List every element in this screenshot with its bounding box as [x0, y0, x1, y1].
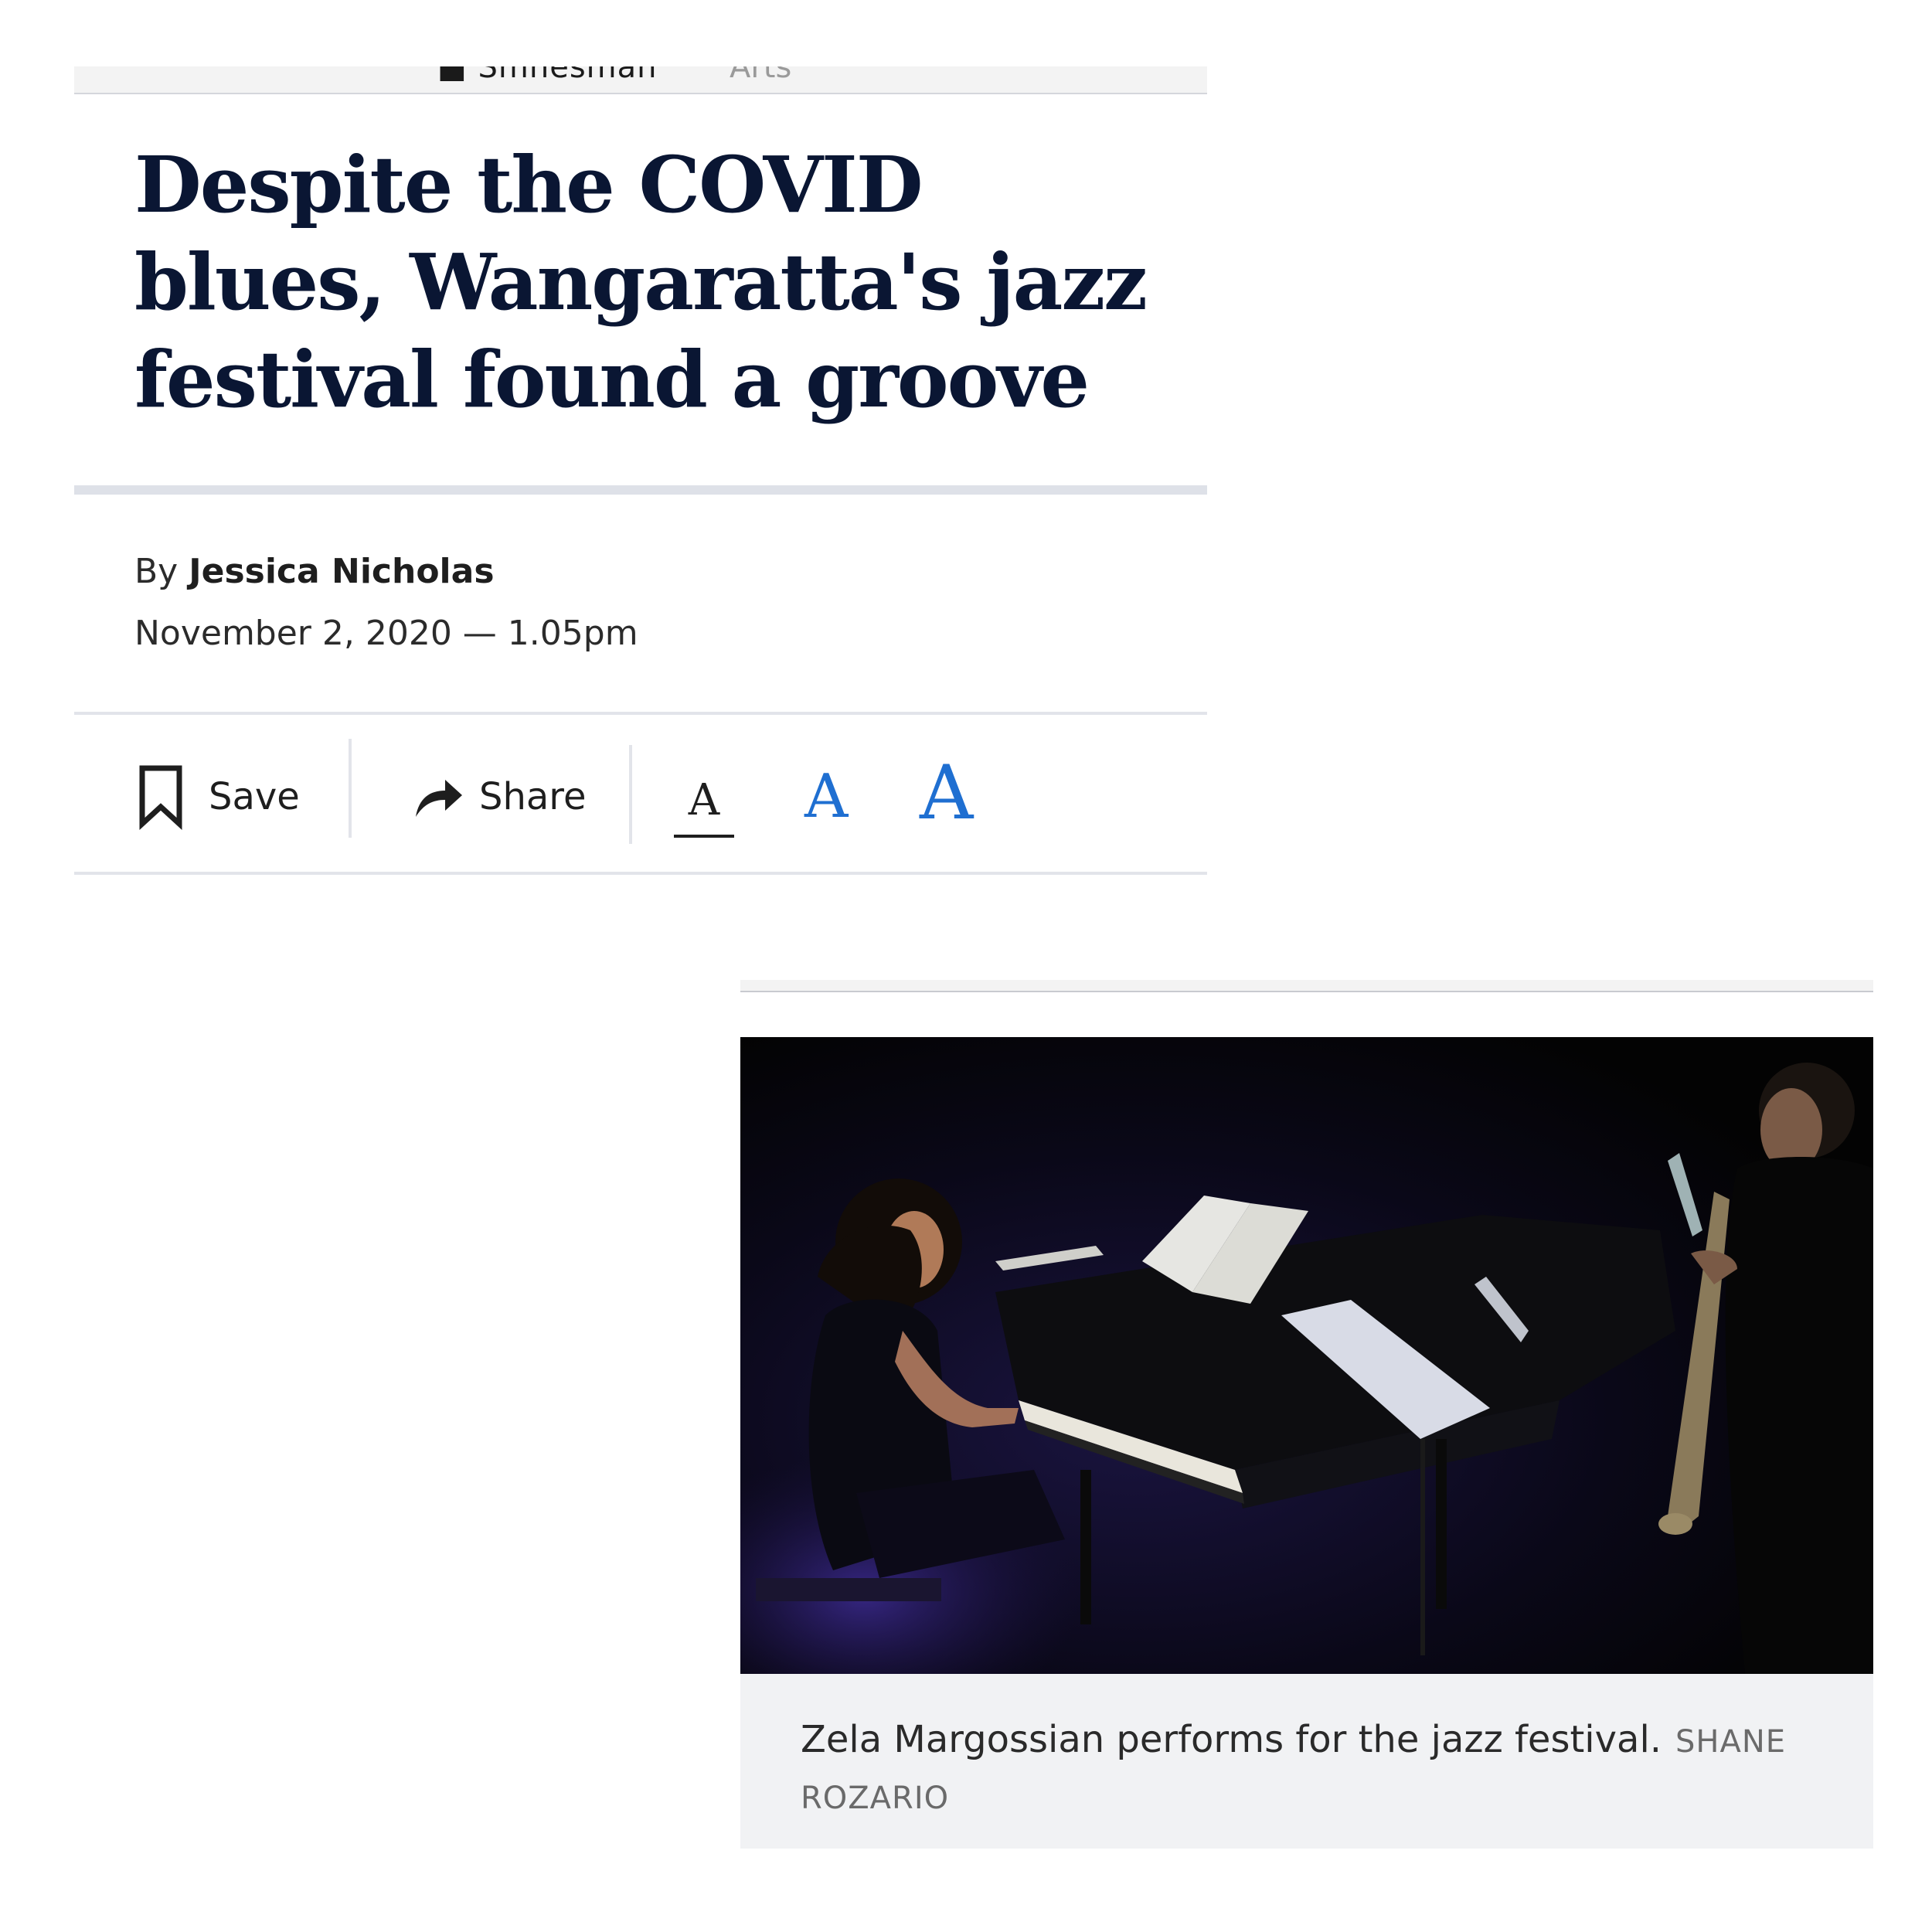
font-size-large-button[interactable]: A: [920, 756, 973, 830]
toolbar-divider: [629, 745, 632, 844]
toolbar-top-divider: [74, 712, 1207, 715]
photo-panel-divider: [740, 980, 1873, 992]
author-link[interactable]: Jessica Nicholas: [189, 552, 494, 591]
caption-text: Zela Margossian performs for the jazz fe…: [801, 1718, 1662, 1761]
byline-prefix: By: [134, 552, 179, 591]
save-button[interactable]: Save: [136, 762, 300, 832]
photo-illustration: [740, 1037, 1873, 1674]
save-label: Save: [209, 775, 300, 818]
photo-caption: Zela Margossian performs for the jazz fe…: [801, 1713, 1805, 1825]
masthead-strip: ■ Smnesman Arts: [74, 66, 1207, 94]
share-arrow-icon: [414, 775, 464, 818]
font-size-medium-button[interactable]: A: [804, 767, 848, 827]
photo-caption-box: Zela Margossian performs for the jazz fe…: [740, 1674, 1873, 1849]
byline: By Jessica Nicholas: [134, 552, 495, 591]
toolbar-divider: [349, 739, 352, 838]
article-headline: Despite the COVID blues, Wangaratta's ja…: [134, 139, 1148, 425]
bookmark-icon: [136, 764, 185, 830]
masthead-logo-text[interactable]: ■ Smnesman: [437, 66, 658, 85]
publish-date: November 2, 2020 — 1.05pm: [134, 614, 638, 653]
toolbar-bottom-divider: [74, 872, 1207, 875]
section-label[interactable]: Arts: [730, 66, 791, 85]
headline-divider: [74, 485, 1207, 495]
article-header-panel: ■ Smnesman Arts Despite the COVID blues,…: [74, 66, 1207, 878]
share-button[interactable]: Share: [414, 762, 587, 832]
article-photo-panel: Zela Margossian performs for the jazz fe…: [740, 980, 1873, 1849]
font-size-small-button[interactable]: A: [674, 779, 734, 838]
share-label: Share: [479, 775, 587, 818]
article-photo[interactable]: [740, 1037, 1873, 1674]
